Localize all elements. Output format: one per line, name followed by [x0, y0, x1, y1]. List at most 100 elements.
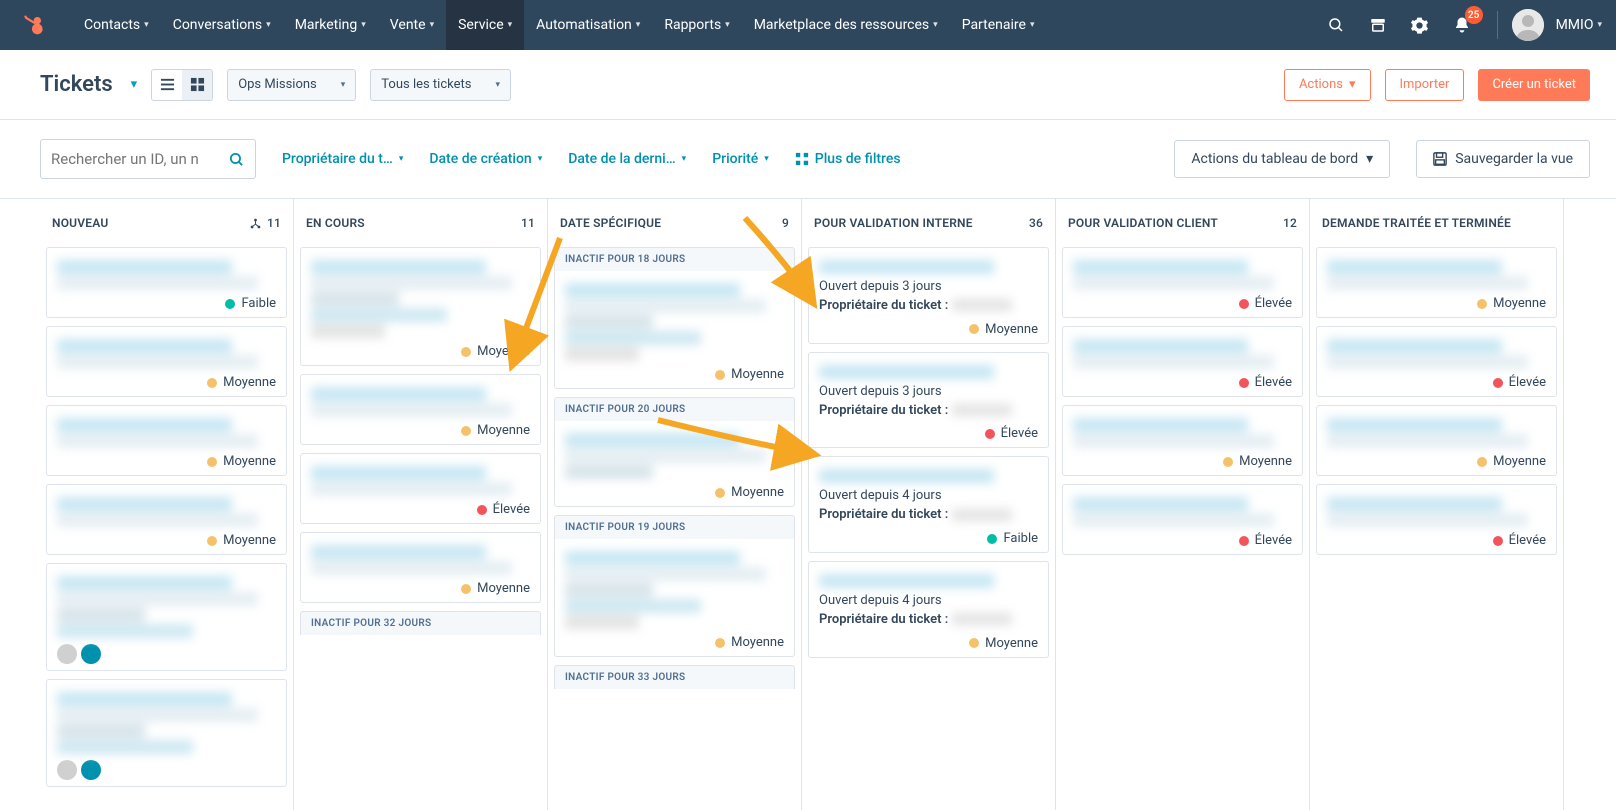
ticket-card[interactable]: Moyenne	[46, 326, 287, 397]
ticket-card[interactable]: Élevée	[1062, 247, 1303, 318]
ticket-card[interactable]	[46, 679, 287, 787]
chevron-down-icon: ▾	[266, 20, 271, 30]
search-icon	[228, 151, 245, 168]
ticket-card[interactable]: Moyenne	[1316, 247, 1557, 318]
priority-badge: Élevée	[819, 426, 1038, 441]
priority-dot-icon	[1477, 299, 1487, 309]
chevron-down-icon: ▾	[430, 20, 435, 30]
priority-label: Faible	[241, 296, 276, 311]
save-view-button[interactable]: Sauvegarder la vue	[1416, 140, 1590, 178]
account-menu[interactable]: MMIO ▾	[1512, 9, 1602, 41]
search-icon[interactable]	[1319, 8, 1353, 42]
priority-badge: Moyenne	[57, 454, 276, 469]
nav-item-conversations[interactable]: Conversations▾	[161, 0, 283, 50]
priority-label: Moyenne	[985, 322, 1038, 337]
nav-label: Rapports	[664, 17, 721, 33]
filter-chip[interactable]: Date de la derni…▾	[568, 151, 686, 167]
filter-chip[interactable]: Priorité▾	[712, 151, 769, 167]
nav-item-marketplace-des-ressources[interactable]: Marketplace des ressources▾	[742, 0, 950, 50]
filter-chip[interactable]: Date de création▾	[429, 151, 542, 167]
actions-button[interactable]: Actions ▾	[1284, 69, 1371, 101]
create-ticket-button[interactable]: Créer un ticket	[1478, 69, 1590, 101]
ticket-card[interactable]: Ouvert depuis 4 joursPropriétaire du tic…	[808, 456, 1049, 553]
ticket-card[interactable]: Moyenne	[1062, 405, 1303, 476]
actions-label: Actions	[1299, 77, 1343, 92]
ticket-card[interactable]: Faible	[46, 247, 287, 318]
ticket-card[interactable]: Élevée	[300, 453, 541, 524]
column-body[interactable]: Ouvert depuis 3 joursPropriétaire du tic…	[802, 247, 1055, 810]
priority-label: Élevée	[1509, 375, 1546, 390]
ticket-meta: Ouvert depuis 4 joursPropriétaire du tic…	[819, 487, 1038, 525]
column-body[interactable]: Faible Moyenne Moyenne Moyenne	[40, 247, 293, 810]
ticket-card[interactable]	[46, 563, 287, 671]
column-count: 9	[782, 216, 789, 230]
nav-item-rapports[interactable]: Rapports ▾	[652, 0, 741, 50]
column-body[interactable]: MoyenneMoyenneÉlevéeMoyenneINACTIF POUR …	[294, 247, 547, 810]
priority-label: Moyenne	[731, 485, 784, 500]
ticket-card[interactable]: Élevée	[1316, 326, 1557, 397]
settings-icon[interactable]	[1403, 8, 1437, 42]
priority-dot-icon	[1239, 378, 1249, 388]
ticket-card[interactable]: Élevée	[1062, 326, 1303, 397]
marketplace-icon[interactable]	[1361, 8, 1395, 42]
page-title: Tickets	[40, 72, 113, 97]
nav-items: Contacts▾Conversations▾Marketing▾Vente▾S…	[72, 0, 1046, 50]
filter-chip[interactable]: Propriétaire du t…▾	[282, 151, 403, 167]
notifications-icon[interactable]: 25	[1445, 8, 1479, 42]
priority-badge: Élevée	[1073, 375, 1292, 390]
ticket-card[interactable]: Moyenne	[554, 271, 795, 389]
ticket-card[interactable]: Ouvert depuis 3 joursPropriétaire du tic…	[808, 247, 1049, 344]
nav-item-service[interactable]: Service▾	[446, 0, 524, 50]
list-view-button[interactable]	[152, 70, 182, 100]
ticket-card[interactable]: Ouvert depuis 3 joursPropriétaire du tic…	[808, 352, 1049, 449]
title-dropdown[interactable]: ▾	[131, 77, 138, 92]
priority-label: Élevée	[493, 502, 530, 517]
import-button[interactable]: Importer	[1385, 69, 1465, 101]
more-filters[interactable]: Plus de filtres	[795, 151, 901, 167]
priority-label: Moyenne	[1493, 296, 1546, 311]
board-actions-button[interactable]: Actions du tableau de bord ▾	[1174, 140, 1390, 178]
priority-badge: Moyenne	[311, 581, 530, 596]
inactive-banner: INACTIF POUR 33 JOURS	[554, 665, 795, 689]
nav-item-vente[interactable]: Vente▾	[378, 0, 446, 50]
ticket-card[interactable]: Moyenne	[554, 539, 795, 657]
pipeline-select[interactable]: Ops Missions ▾	[227, 69, 356, 101]
chevron-down-icon: ▾	[495, 80, 500, 90]
ticket-card[interactable]: Élevée	[1316, 484, 1557, 555]
avatar	[57, 644, 77, 664]
priority-badge: Moyenne	[57, 375, 276, 390]
column-header: DEMANDE TRAITÉE ET TERMINÉE	[1310, 199, 1563, 247]
nav-label: Automatisation	[536, 17, 632, 33]
column-body[interactable]: INACTIF POUR 18 JOURSMoyenneINACTIF POUR…	[548, 247, 801, 810]
column-body[interactable]: Moyenne Élevée Moyenne Élevée	[1310, 247, 1563, 810]
ticket-card[interactable]: Élevée	[1062, 484, 1303, 555]
column-count: 12	[1283, 216, 1297, 230]
priority-dot-icon	[1223, 457, 1233, 467]
priority-dot-icon	[1493, 378, 1503, 388]
ticket-card[interactable]: Moyenne	[46, 405, 287, 476]
ticket-card[interactable]: Moyenne	[300, 532, 541, 603]
ticket-card[interactable]: Moyenne	[300, 374, 541, 445]
ticket-card[interactable]: Moyenne	[554, 421, 795, 507]
nav-item-contacts[interactable]: Contacts▾	[72, 0, 161, 50]
column-title: DEMANDE TRAITÉE ET TERMINÉE	[1322, 216, 1511, 230]
ticket-card[interactable]: Moyenne	[46, 484, 287, 555]
hubspot-logo[interactable]	[18, 10, 48, 40]
chevron-down-icon: ▾	[1030, 20, 1035, 30]
ticket-card[interactable]: Moyenne	[1316, 405, 1557, 476]
chevron-down-icon: ▾	[725, 20, 730, 30]
search-input[interactable]	[40, 139, 256, 179]
ticket-card[interactable]: Moyenne	[300, 247, 541, 366]
ticket-card[interactable]: Ouvert depuis 4 joursPropriétaire du tic…	[808, 561, 1049, 658]
ticket-filter-select[interactable]: Tous les tickets ▾	[370, 69, 511, 101]
nav-item-automatisation[interactable]: Automatisation▾	[524, 0, 652, 50]
search-field[interactable]	[51, 150, 222, 168]
nav-item-partenaire[interactable]: Partenaire▾	[950, 0, 1047, 50]
chevron-down-icon: ▾	[1597, 20, 1602, 30]
filter-chips: Propriétaire du t…▾ Date de création▾ Date…	[282, 151, 769, 167]
column-body[interactable]: Élevée Élevée Moyenne Élevée	[1056, 247, 1309, 810]
board-view-button[interactable]	[182, 70, 212, 100]
nav-item-marketing[interactable]: Marketing▾	[283, 0, 378, 50]
priority-badge: Moyenne	[1073, 454, 1292, 469]
top-nav: Contacts▾Conversations▾Marketing▾Vente▾S…	[0, 0, 1616, 50]
